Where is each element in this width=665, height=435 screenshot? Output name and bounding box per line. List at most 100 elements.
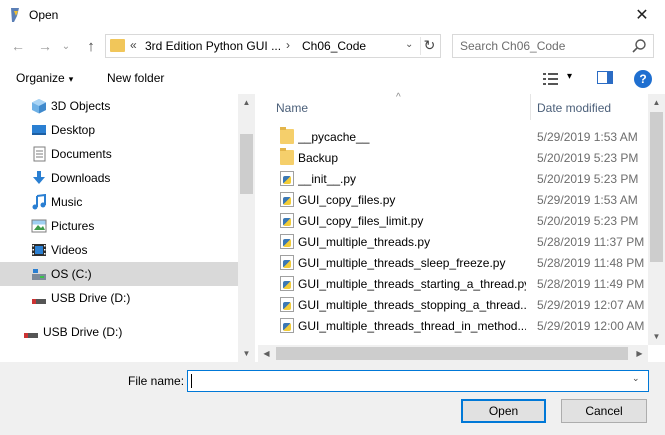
- sidebar-item-label: Music: [51, 195, 83, 209]
- folder-icon: [110, 39, 125, 52]
- drive-icon: [32, 269, 46, 280]
- search-icon: [632, 39, 646, 53]
- usb-drive-icon: [32, 299, 46, 304]
- cancel-button-label: Cancel: [585, 404, 623, 418]
- list-item[interactable]: GUI_copy_files.py 5/29/2019 1:53 AM: [258, 189, 648, 210]
- chevron-down-icon[interactable]: ⌄: [632, 373, 640, 384]
- horizontal-scroll-thumb[interactable]: [276, 347, 628, 360]
- new-folder-button[interactable]: New folder: [107, 71, 164, 85]
- text-cursor: [191, 374, 192, 388]
- address-separator-icon[interactable]: ›: [286, 38, 290, 52]
- file-name: Backup: [298, 151, 339, 165]
- file-list-horizontal-scrollbar[interactable]: ◀ ▶: [258, 345, 648, 362]
- up-button[interactable]: ↑: [81, 36, 101, 56]
- sidebar-item-label: Documents: [51, 147, 112, 161]
- list-item[interactable]: GUI_multiple_threads.py 5/28/2019 11:37 …: [258, 231, 648, 252]
- window-title: Open: [29, 8, 59, 22]
- 3d-objects-icon: [32, 99, 46, 114]
- list-item[interactable]: __pycache__ 5/29/2019 1:53 AM: [258, 126, 648, 147]
- column-header-row: ^ Name Date modified: [258, 92, 648, 120]
- preview-pane-button[interactable]: [597, 71, 613, 84]
- scroll-right-arrow-icon[interactable]: ▶: [631, 345, 648, 362]
- address-segment-current[interactable]: Ch06_Code: [302, 39, 366, 53]
- list-item[interactable]: GUI_copy_files_limit.py 5/20/2019 5:23 P…: [258, 210, 648, 231]
- organize-label: Organize: [16, 71, 65, 85]
- close-icon: ✕: [635, 7, 649, 24]
- scroll-up-arrow-icon[interactable]: ▲: [238, 94, 255, 111]
- music-icon: [32, 194, 46, 210]
- list-item[interactable]: Backup 5/20/2019 5:23 PM: [258, 147, 648, 168]
- sidebar-item-music[interactable]: Music: [0, 190, 238, 214]
- column-divider[interactable]: [530, 94, 531, 120]
- column-header-name[interactable]: Name: [276, 101, 308, 115]
- organize-menu[interactable]: Organize ▾: [16, 71, 73, 85]
- open-button[interactable]: Open: [461, 399, 546, 423]
- file-name: GUI_multiple_threads_starting_a_thread.p…: [298, 277, 526, 291]
- address-bar[interactable]: « 3rd Edition Python GUI ... › Ch06_Code…: [105, 34, 441, 58]
- sidebar-scrollbar[interactable]: ▲ ▼: [238, 94, 255, 362]
- scroll-down-arrow-icon[interactable]: ▼: [648, 328, 665, 345]
- scroll-up-arrow-icon[interactable]: ▲: [648, 94, 665, 111]
- address-overflow-chevron[interactable]: «: [130, 38, 137, 52]
- command-bar: Organize ▾ New folder ▾ ?: [0, 64, 665, 94]
- scroll-left-arrow-icon[interactable]: ◀: [258, 345, 275, 362]
- navigation-pane[interactable]: 3D Objects Desktop Documents Downloads M…: [0, 94, 255, 362]
- file-list[interactable]: ^ Name Date modified __pycache__ 5/29/20…: [258, 92, 665, 362]
- sidebar-item-videos[interactable]: Videos: [0, 238, 238, 262]
- sidebar-item-label: 3D Objects: [51, 99, 111, 113]
- sidebar-item-3d-objects[interactable]: 3D Objects: [0, 94, 238, 118]
- file-name: __pycache__: [298, 130, 370, 144]
- sidebar-item-os-c[interactable]: OS (C:): [0, 262, 238, 286]
- back-button[interactable]: ←: [8, 36, 28, 56]
- file-name-input[interactable]: [187, 370, 649, 392]
- list-item[interactable]: GUI_multiple_threads_thread_in_method...…: [258, 315, 648, 336]
- sidebar-item-pictures[interactable]: Pictures: [0, 214, 238, 238]
- list-item[interactable]: __init__.py 5/20/2019 5:23 PM: [258, 168, 648, 189]
- search-box[interactable]: Search Ch06_Code: [452, 34, 654, 58]
- list-item[interactable]: GUI_multiple_threads_stopping_a_thread..…: [258, 294, 648, 315]
- cancel-button[interactable]: Cancel: [561, 399, 647, 423]
- sort-ascending-icon: ^: [396, 92, 401, 103]
- sidebar-scroll-thumb[interactable]: [240, 134, 253, 194]
- caret-down-icon: ▾: [68, 74, 74, 84]
- refresh-icon[interactable]: ↻: [420, 37, 438, 55]
- python-file-icon: [280, 171, 294, 186]
- scroll-down-arrow-icon[interactable]: ▼: [238, 345, 255, 362]
- sidebar-item-desktop[interactable]: Desktop: [0, 118, 238, 142]
- sidebar-item-label: USB Drive (D:): [51, 291, 131, 305]
- help-icon: ?: [639, 72, 647, 86]
- sidebar-item-label: Downloads: [51, 171, 111, 185]
- sidebar-item-downloads[interactable]: Downloads: [0, 166, 238, 190]
- file-date: 5/29/2019 12:07 AM: [537, 298, 645, 312]
- help-button[interactable]: ?: [634, 70, 652, 88]
- file-name: GUI_multiple_threads.py: [298, 235, 431, 249]
- forward-button[interactable]: →: [35, 36, 55, 56]
- sidebar-item-label: OS (C:): [51, 267, 92, 281]
- sidebar-item-label: Pictures: [51, 219, 95, 233]
- file-date: 5/20/2019 5:23 PM: [537, 172, 639, 186]
- back-arrow-icon: ←: [11, 38, 25, 54]
- file-list-scrollbar[interactable]: ▲ ▼: [648, 94, 665, 345]
- sidebar-item-usb-drive[interactable]: USB Drive (D:): [0, 286, 238, 310]
- address-dropdown-icon[interactable]: ⌄: [405, 39, 413, 50]
- file-list-scroll-thumb[interactable]: [650, 112, 663, 262]
- python-file-icon: [280, 234, 294, 249]
- change-view-button[interactable]: ▾: [540, 70, 576, 88]
- list-item[interactable]: GUI_multiple_threads_sleep_freeze.py 5/2…: [258, 252, 648, 273]
- file-name: GUI_multiple_threads_stopping_a_thread..…: [298, 298, 526, 312]
- column-header-date-modified[interactable]: Date modified: [537, 101, 611, 115]
- file-name: GUI_copy_files_limit.py: [298, 214, 424, 228]
- list-item[interactable]: GUI_multiple_threads_starting_a_thread.p…: [258, 273, 648, 294]
- sidebar-item-documents[interactable]: Documents: [0, 142, 238, 166]
- search-placeholder: Search Ch06_Code: [460, 39, 566, 53]
- sidebar-item-usb-drive-root[interactable]: USB Drive (D:): [0, 320, 238, 344]
- file-date: 5/29/2019 1:53 AM: [537, 130, 638, 144]
- file-date: 5/20/2019 5:23 PM: [537, 151, 639, 165]
- documents-icon: [33, 146, 46, 162]
- recent-locations-button[interactable]: ⌄: [60, 36, 72, 56]
- close-button[interactable]: ✕: [619, 0, 665, 30]
- file-date: 5/28/2019 11:37 PM: [537, 235, 645, 249]
- videos-icon: [32, 244, 46, 256]
- file-name: GUI_multiple_threads_thread_in_method...…: [298, 319, 526, 333]
- address-segment-parent[interactable]: 3rd Edition Python GUI ...: [145, 39, 281, 53]
